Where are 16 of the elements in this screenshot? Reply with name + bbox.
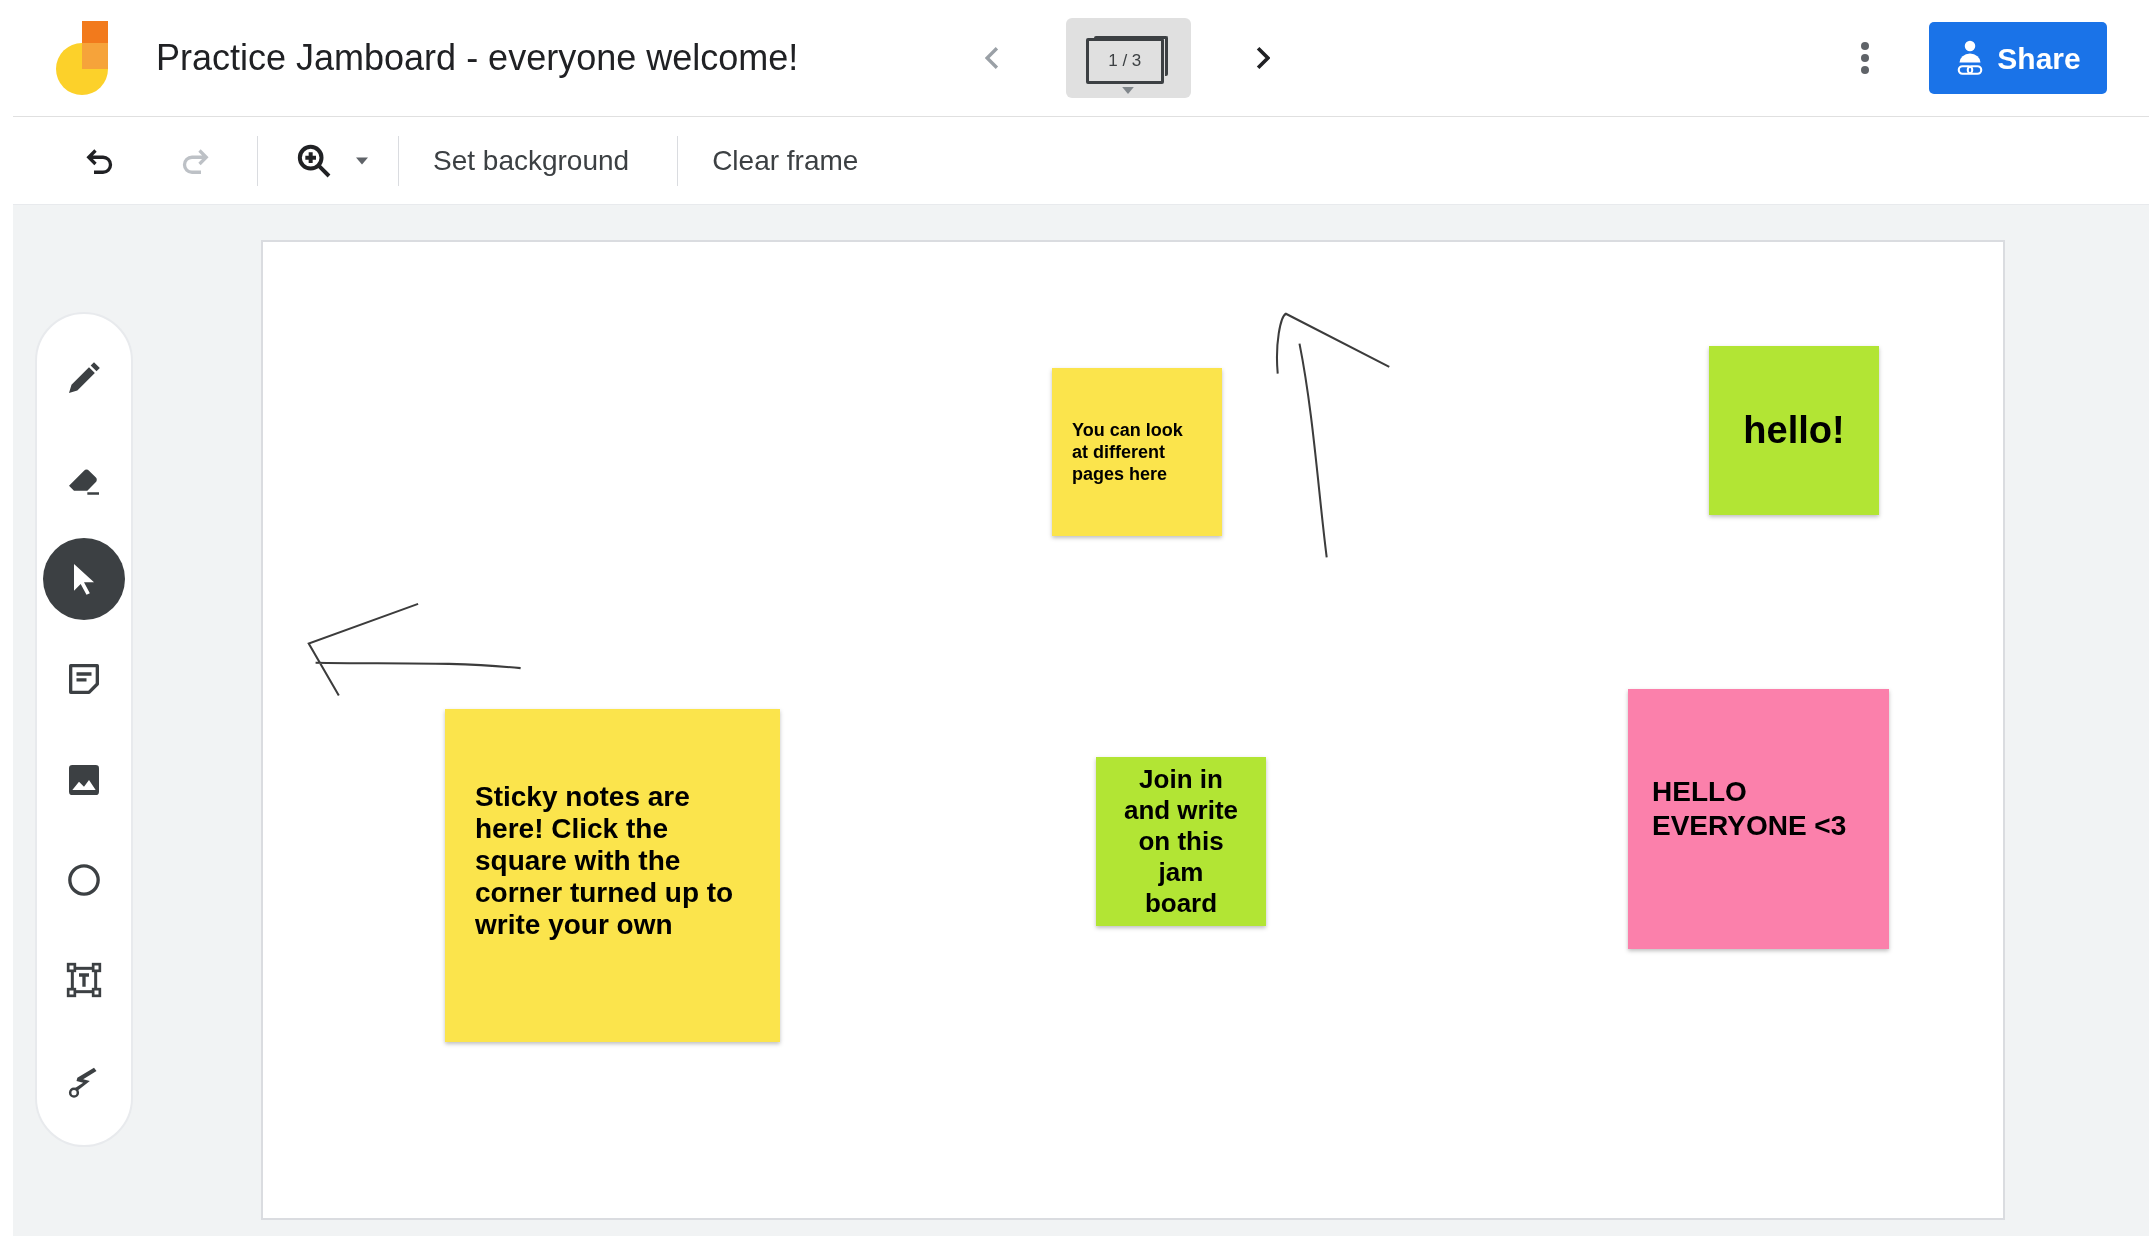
sticky-note[interactable]: You can look at different pages here <box>1052 368 1222 536</box>
page-indicator: 1 / 3 <box>1085 38 1164 84</box>
sticky-note[interactable]: HELLO EVERYONE <3 <box>1628 689 1889 949</box>
sticky-note[interactable]: hello! <box>1709 346 1879 515</box>
window-title: Practice Jamboard - everyone welcome! <box>156 36 799 80</box>
sticky-note[interactable]: Join in and write on this jam board <box>1096 757 1266 926</box>
frame-navigator[interactable]: 1 / 3 <box>1066 18 1192 98</box>
clear-frame-button[interactable]: Clear frame <box>698 135 873 186</box>
set-background-button[interactable]: Set background <box>419 135 644 186</box>
chevron-right-icon <box>1256 46 1271 70</box>
more-vertical-icon <box>1860 41 1870 75</box>
chevron-left-icon <box>985 46 1000 70</box>
caret-icon <box>1122 87 1135 94</box>
share-button[interactable]: Share <box>1929 22 2107 94</box>
sticky-note[interactable]: Sticky notes are here! Click the square with the corner turned up to write your own <box>445 709 780 1042</box>
caret-icon <box>356 156 368 165</box>
